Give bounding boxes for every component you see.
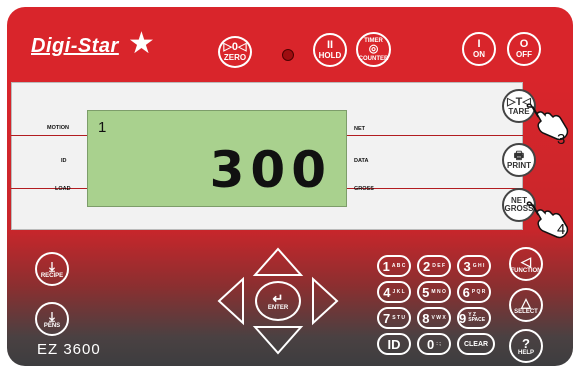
down-arrow-icon xyxy=(252,326,304,355)
left-arrow-icon xyxy=(217,276,244,326)
pens-label: PENS xyxy=(43,322,61,329)
help-button[interactable]: ? HELP xyxy=(509,329,543,363)
enter-button[interactable]: ↵ ENTER xyxy=(255,281,301,321)
key-8[interactable]: 8V W X xyxy=(417,307,451,329)
on-button[interactable]: I ON xyxy=(462,32,496,66)
print-label: PRINT xyxy=(507,160,531,170)
recipe-label: RECIPE xyxy=(40,272,64,279)
pens-button[interactable]: ⤓ PENS xyxy=(35,302,69,336)
key-0[interactable]: 0: ; xyxy=(417,333,451,355)
status-led xyxy=(282,49,294,61)
key-2[interactable]: 2D E F xyxy=(417,255,451,277)
pens-icon: ⤓ xyxy=(49,308,55,324)
function-button[interactable]: ◁ FUNCTION xyxy=(509,247,543,281)
hand-pointer-icon: 4 xyxy=(523,201,571,243)
key-1[interactable]: 1A B C xyxy=(377,255,411,277)
motion-label: MOTION xyxy=(47,125,69,131)
key-5[interactable]: 5M N O xyxy=(417,281,451,303)
off-button[interactable]: O OFF xyxy=(507,32,541,66)
up-arrow-icon xyxy=(252,247,304,276)
power-on-icon: I xyxy=(477,38,481,50)
divider-line xyxy=(11,188,91,189)
data-label: DATA xyxy=(354,158,369,164)
function-icon: ◁ xyxy=(521,253,531,269)
key-4[interactable]: 4J K L xyxy=(377,281,411,303)
key-6[interactable]: 6P Q R xyxy=(457,281,491,303)
digi-star-logo: Digi-Star xyxy=(31,35,119,57)
zero-button[interactable]: ▷0◁ ZERO xyxy=(218,36,252,68)
recipe-button[interactable]: ⤓ RECIPE xyxy=(35,252,69,286)
key-9[interactable]: 9Y Z SPACE xyxy=(457,307,491,329)
print-button[interactable]: 🖶 PRINT xyxy=(502,143,536,177)
zero-label: ZERO xyxy=(223,53,247,62)
lcd-screen: 1 300 xyxy=(87,110,347,207)
help-label: HELP xyxy=(517,349,534,356)
weight-readout: 300 xyxy=(209,141,332,199)
counter-label: COUNTER xyxy=(358,55,389,62)
off-label: OFF xyxy=(516,50,532,59)
printer-icon: 🖶 xyxy=(513,149,525,162)
model-name: EZ 3600 xyxy=(37,341,101,358)
net-label: NET xyxy=(354,126,365,132)
key-7[interactable]: 7S T U xyxy=(377,307,411,329)
right-arrow-icon xyxy=(312,276,339,326)
power-off-icon: O xyxy=(519,38,529,50)
select-button[interactable]: △ SELECT xyxy=(509,288,543,322)
id-label: ID xyxy=(61,158,67,164)
enter-label: ENTER xyxy=(267,304,289,311)
select-icon: △ xyxy=(521,294,531,310)
hand-pointer-icon: 3 xyxy=(523,103,571,148)
select-label: SELECT xyxy=(514,308,538,315)
zero-icon: ▷0◁ xyxy=(223,41,247,53)
divider-line xyxy=(347,135,523,136)
id-key[interactable]: ID xyxy=(377,333,411,355)
key-3[interactable]: 3G H I xyxy=(457,255,491,277)
hold-button[interactable]: II HOLD xyxy=(313,33,347,67)
step-4-label: 4 xyxy=(557,221,566,238)
function-label: FUNCTION xyxy=(510,267,542,274)
step-3-label: 3 xyxy=(557,131,566,148)
hold-label: HOLD xyxy=(318,51,342,60)
step-number: 1 xyxy=(98,119,107,136)
recipe-icon: ⤓ xyxy=(49,258,55,274)
clear-key[interactable]: CLEAR xyxy=(457,333,495,355)
on-label: ON xyxy=(473,50,485,59)
load-label: LOAD xyxy=(55,186,71,192)
pause-icon: II xyxy=(326,39,334,51)
timer-counter-button[interactable]: TIMER ◎ COUNTER xyxy=(356,32,391,67)
gross-label: GROSS xyxy=(354,186,374,192)
clock-icon: ◎ xyxy=(368,42,379,55)
scale-indicator-device: Digi-Star ★ ▷0◁ ZERO II HOLD TIMER ◎ COU… xyxy=(7,7,573,366)
star-icon: ★ xyxy=(128,27,155,60)
help-icon: ? xyxy=(522,335,530,351)
divider-line xyxy=(11,135,91,136)
enter-icon: ↵ xyxy=(272,290,284,306)
